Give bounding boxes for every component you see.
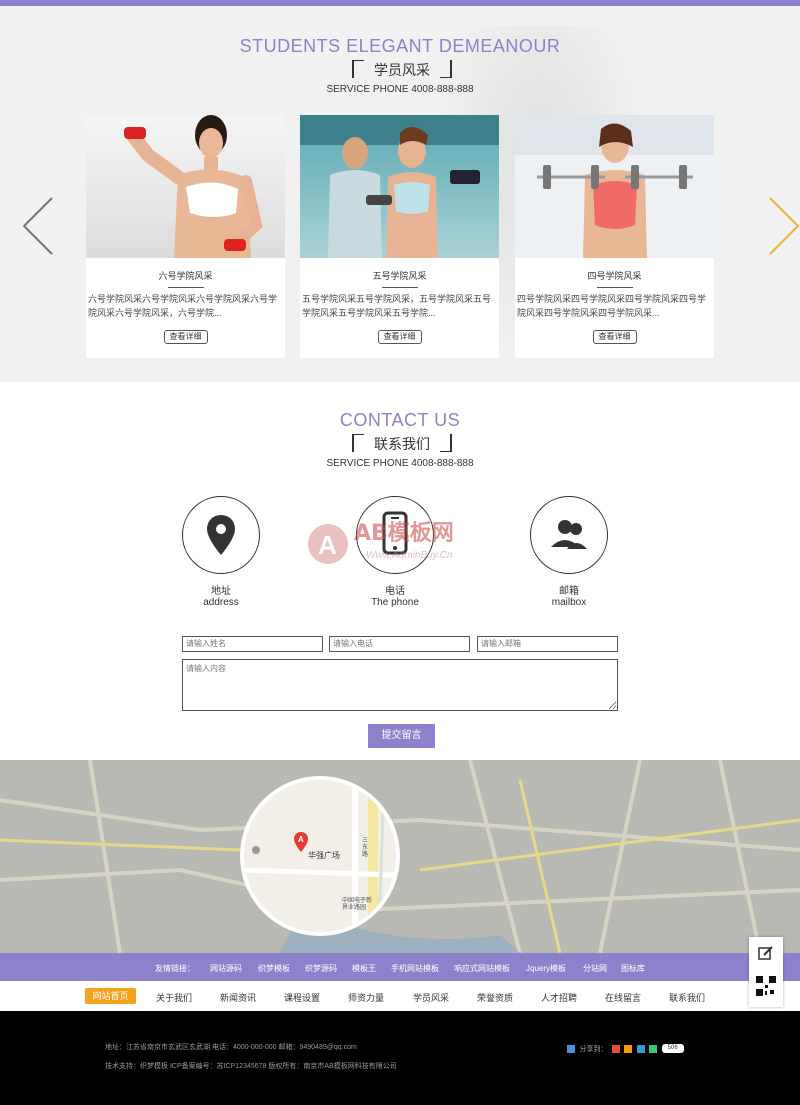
side-toolbar (749, 937, 783, 1007)
prev-arrow-icon[interactable] (20, 196, 56, 256)
footer-address-line: 地址：江苏省南京市玄武区玄武湖 电话：4000-000-000 邮箱：94904… (105, 1044, 357, 1051)
map-background (0, 760, 800, 953)
nav-item[interactable]: 关于我们 (156, 991, 192, 1004)
marker-letter: A (298, 835, 304, 844)
renren-icon[interactable] (649, 1044, 658, 1053)
phone-label-en: The phone (371, 597, 419, 608)
phone-label-cn: 电话 (385, 586, 405, 597)
map-zoom-circle: A 华强广场 中国电子新 界业路园 三东路 (240, 776, 400, 936)
nav-item[interactable]: 人才招聘 (541, 991, 577, 1004)
phone-input[interactable] (329, 636, 470, 652)
address-label-cn: 地址 (211, 586, 231, 597)
friend-link[interactable]: 分站网 (583, 963, 607, 974)
nav-item[interactable]: 课程设置 (284, 991, 320, 1004)
card-title: 四号学院风采 (587, 271, 642, 281)
contact-title-cn: 联系我们 (352, 434, 452, 452)
bottom-nav: 网站首页 关于我们 新闻资讯 课程设置 师资力量 学员风采 荣誉资质 人才招聘 … (0, 981, 800, 1011)
students-title-en: STUDENTS ELEGANT DEMEANOUR (239, 36, 561, 56)
watermark-text: AB模板网 (354, 521, 454, 546)
student-photo (86, 115, 285, 258)
weibo-icon[interactable] (624, 1044, 633, 1053)
nav-item[interactable]: 荣誉资质 (477, 991, 513, 1004)
svg-text:A: A (318, 530, 337, 560)
students-title-cn: 学员风采 (352, 60, 452, 78)
nav-item[interactable]: 在线留言 (605, 991, 641, 1004)
friend-link[interactable]: 织梦模板 (258, 963, 290, 974)
card-description: 六号学院风采六号学院风采六号学院风采六号学院风采六号学院风采，六号学院... (88, 294, 278, 318)
map-road-label: 三东路 (362, 838, 369, 858)
student-card[interactable]: 六号学院风采 六号学院风采六号学院风采六号学院风采六号学院风采六号学院风采，六号… (86, 115, 285, 358)
message-textarea[interactable] (182, 659, 618, 711)
friend-link[interactable]: 网站源码 (210, 963, 242, 974)
map-marker-icon: A (294, 832, 308, 852)
students-phone: SERVICE PHONE 4008-888-888 (326, 84, 474, 95)
submit-button[interactable]: 提交留言 (368, 724, 435, 748)
name-input[interactable] (182, 636, 323, 652)
students-section: STUDENTS ELEGANT DEMEANOUR 学员风采 SERVICE … (0, 6, 800, 382)
share-count: 506 (661, 1044, 684, 1054)
footer-copyright-line: 技术支持：织梦模板 ICP备案编号：苏ICP12345678 版权所有：南京市A… (105, 1063, 397, 1070)
mailbox-circle (530, 496, 608, 574)
email-input[interactable] (477, 636, 618, 652)
address-label-en: address (203, 597, 239, 608)
card-title: 六号学院风采 (158, 271, 213, 281)
contact-title-en: CONTACT US (339, 410, 461, 430)
title-divider (167, 287, 204, 288)
title-divider (381, 287, 418, 288)
card-description: 四号学院风采四号学院风采四号学院风采四号学院风采四号学院风采四号学院风采... (517, 294, 707, 318)
student-card[interactable]: 五号学院风采 五号学院风采五号学院风采，五号学院风采五号学院风采五号学院风采五号… (300, 115, 499, 358)
student-photo (300, 115, 499, 258)
friend-link[interactable]: Jquery模板 (526, 963, 566, 974)
friend-links-bar: 友情链接： 网站源码 织梦模板 织梦源码 模板王 手机网站模板 响应式网站模板 … (0, 953, 800, 981)
watermark-url: Www.AdminBuy.Cn (366, 550, 453, 561)
view-detail-button[interactable]: 查看详细 (377, 330, 422, 344)
qzone-icon[interactable] (611, 1044, 620, 1053)
tencent-icon[interactable] (636, 1044, 645, 1053)
friend-link[interactable]: 响应式网站模板 (454, 963, 510, 974)
nav-item[interactable]: 学员风采 (413, 991, 449, 1004)
share-label: 分享到： (579, 1045, 608, 1053)
friend-link[interactable]: 图标库 (621, 963, 645, 974)
card-title: 五号学院风采 (372, 271, 427, 281)
view-detail-button[interactable]: 查看详细 (163, 330, 208, 344)
contacts-icon (551, 520, 587, 549)
nav-item[interactable]: 联系我们 (669, 991, 705, 1004)
student-card[interactable]: 四号学院风采 四号学院风采四号学院风采四号学院风采四号学院风采四号学院风采四号学… (515, 115, 714, 358)
friend-link[interactable]: 模板王 (352, 963, 376, 974)
address-circle (182, 496, 260, 574)
contact-section: CONTACT US 联系我们 SERVICE PHONE 4008-888-8… (0, 382, 800, 760)
share-bar: 分享到： 506 (567, 1040, 684, 1054)
map-sub-label: 中国电子新 界业路园 (342, 898, 373, 911)
mailbox-label-cn: 邮箱 (559, 586, 579, 597)
links-label: 友情链接： (155, 964, 195, 973)
location-icon (207, 515, 235, 555)
student-photo (515, 115, 714, 258)
friend-link[interactable]: 织梦源码 (305, 963, 337, 974)
title-divider (596, 287, 633, 288)
watermark-logo: A AB模板网 Www.AdminBuy.Cn (308, 521, 454, 564)
view-detail-button[interactable]: 查看详细 (592, 330, 637, 344)
footer: 地址：江苏省南京市玄武区玄武湖 电话：4000-000-000 邮箱：94904… (0, 1011, 800, 1105)
next-arrow-icon[interactable] (766, 196, 800, 256)
contact-phone: SERVICE PHONE 4008-888-888 (326, 458, 474, 469)
card-description: 五号学院风采五号学院风采，五号学院风采五号学院风采五号学院风采五号学院... (302, 294, 492, 318)
edit-message-icon[interactable] (758, 945, 774, 961)
mailbox-label-en: mailbox (551, 597, 587, 608)
map-place-label: 华强广场 (308, 851, 340, 860)
friend-link[interactable]: 手机网站模板 (391, 963, 439, 974)
nav-item[interactable]: 师资力量 (348, 991, 384, 1004)
nav-item[interactable]: 新闻资讯 (220, 991, 256, 1004)
qrcode-icon[interactable] (755, 975, 777, 997)
map-area[interactable]: A 华强广场 中国电子新 界业路园 三东路 (0, 760, 800, 953)
share-plus-icon[interactable] (567, 1044, 575, 1053)
nav-home[interactable]: 网站首页 (85, 988, 136, 1004)
